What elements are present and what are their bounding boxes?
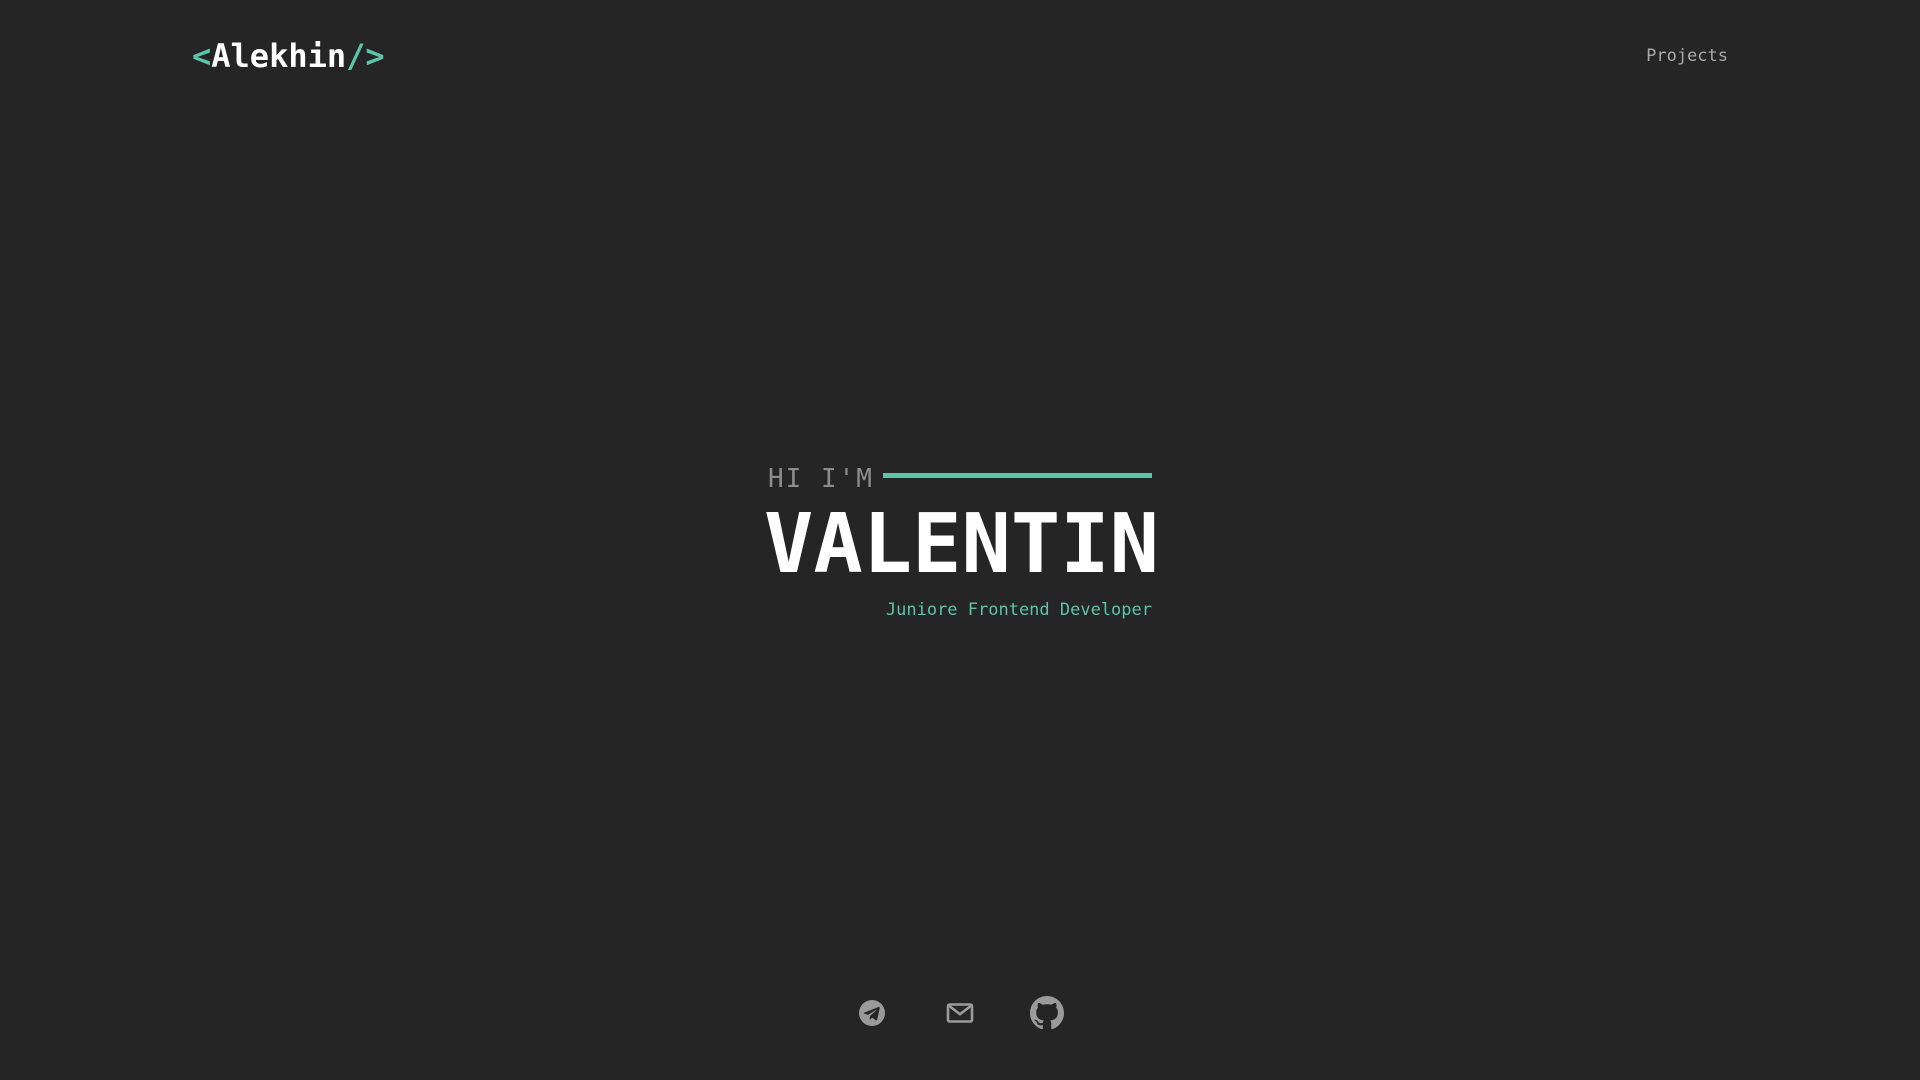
nav-projects-link[interactable]: Projects xyxy=(1646,45,1728,67)
github-link[interactable] xyxy=(1030,996,1064,1030)
greeting-row: HI I'M xyxy=(768,455,1152,499)
mail-icon xyxy=(946,1003,974,1023)
social-links xyxy=(0,996,1920,1030)
site-header: <Alekhin/> Projects xyxy=(0,0,1920,112)
hero-greeting: HI I'M xyxy=(768,464,874,494)
hero-section: HI I'M VALENTIN Juniore Frontend Develop… xyxy=(764,455,1159,620)
logo-name: Alekhin xyxy=(211,37,347,75)
logo-close-bracket: /> xyxy=(346,37,385,75)
logo-open-bracket: < xyxy=(192,37,212,75)
telegram-icon xyxy=(859,1000,885,1026)
logo[interactable]: <Alekhin/> xyxy=(192,36,385,76)
telegram-link[interactable] xyxy=(855,996,889,1030)
hero-name: VALENTIN xyxy=(764,497,1159,592)
accent-divider-line xyxy=(883,473,1152,478)
github-icon xyxy=(1030,996,1064,1030)
hero-role: Juniore Frontend Developer xyxy=(885,600,1152,620)
mail-link[interactable] xyxy=(943,996,977,1030)
